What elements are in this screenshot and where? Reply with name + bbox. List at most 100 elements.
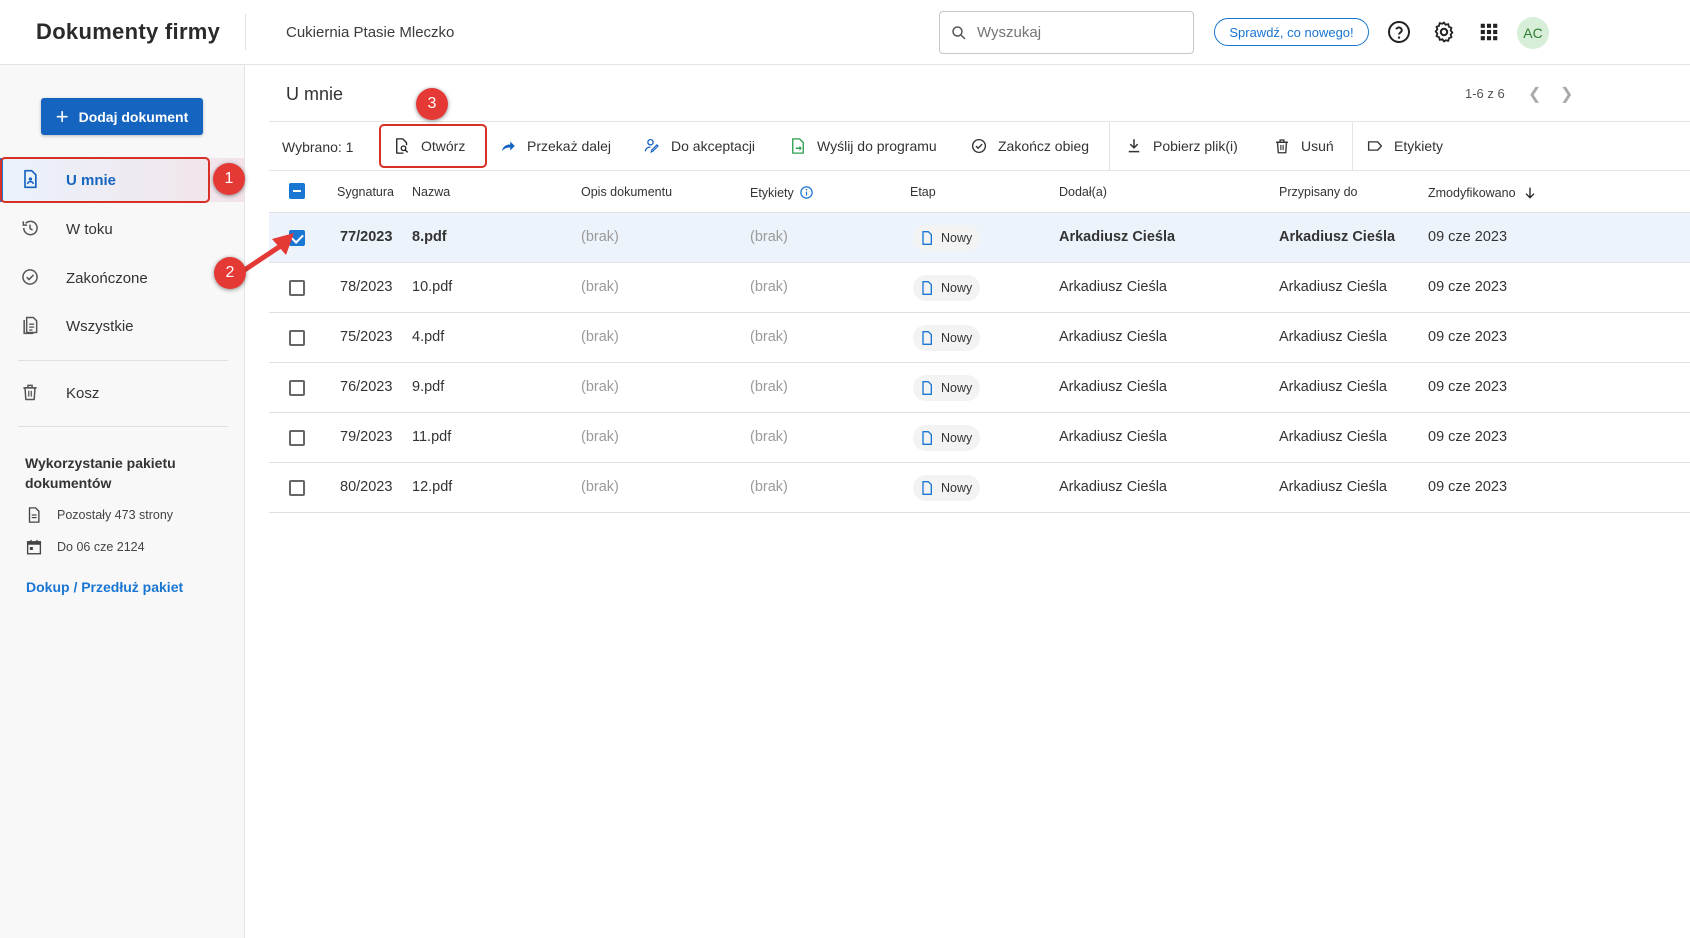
annotation-badge-3: 3 <box>416 88 448 120</box>
finish-workflow-button[interactable]: Zakończ obieg <box>970 122 1089 170</box>
sidebar-item-wszystkie[interactable]: Wszystkie <box>0 304 244 348</box>
trash-icon <box>1276 139 1288 154</box>
column-header-stage[interactable]: Etap <box>910 185 936 199</box>
calendar-icon <box>26 539 42 555</box>
cell-added-by: Arkadiusz Cieśla <box>1059 329 1167 345</box>
column-header-assigned-to[interactable]: Przypisany do <box>1279 185 1358 199</box>
app-title[interactable]: Dokumenty firmy <box>36 19 220 45</box>
send-to-program-button[interactable]: Wyślij do programu <box>789 122 937 170</box>
cell-signature: 80/2023 <box>340 479 393 495</box>
cell-name[interactable]: 10.pdf <box>412 279 452 295</box>
company-name[interactable]: Cukiernia Ptasie Mleczko <box>286 24 454 41</box>
cell-signature: 79/2023 <box>340 429 393 445</box>
stage-label: Nowy <box>941 331 973 345</box>
column-header-name[interactable]: Nazwa <box>412 185 450 199</box>
cell-added-by: Arkadiusz Cieśla <box>1059 229 1176 245</box>
table-row[interactable]: 77/2023 8.pdf (brak) (brak) Nowy Arkadiu… <box>269 213 1690 263</box>
sidebar-item-label: W toku <box>66 220 113 238</box>
stage-label: Nowy <box>941 381 973 395</box>
column-header-signature[interactable]: Sygnatura <box>337 185 394 199</box>
apps-grid-icon[interactable] <box>1477 20 1501 44</box>
row-checkbox[interactable] <box>289 430 305 446</box>
sidebar-item-w-toku[interactable]: W toku <box>0 207 244 251</box>
info-icon[interactable] <box>799 185 814 200</box>
delete-button[interactable]: Usuń <box>1273 122 1334 170</box>
cell-assigned-to: Arkadiusz Cieśla <box>1279 229 1396 245</box>
cell-name[interactable]: 11.pdf <box>412 429 451 445</box>
valid-until-row: Do 06 cze 2124 <box>25 538 145 556</box>
cell-labels: (brak) <box>750 279 788 295</box>
forward-arrow-icon <box>502 141 515 152</box>
cell-name[interactable]: 8.pdf <box>412 229 447 245</box>
sidebar-divider <box>18 426 228 427</box>
forward-label: Przekaż dalej <box>527 138 612 154</box>
gear-icon[interactable] <box>1432 20 1456 44</box>
column-header-added-by[interactable]: Dodał(a) <box>1059 185 1107 199</box>
user-sign-icon <box>644 138 659 154</box>
plus-icon: + <box>55 103 69 129</box>
approve-label: Do akceptacji <box>671 138 756 154</box>
sort-arrow-down-icon[interactable] <box>1522 185 1538 201</box>
annotation-badge-1: 1 <box>213 163 245 195</box>
whats-new-button[interactable]: Sprawdź, co nowego! <box>1214 18 1369 46</box>
cell-signature: 76/2023 <box>340 379 393 395</box>
row-checkbox[interactable] <box>289 380 305 396</box>
row-checkbox[interactable] <box>289 330 305 346</box>
labels-button[interactable]: Etykiety <box>1366 122 1443 170</box>
annotation-highlight-open <box>379 124 487 168</box>
toolbar-divider <box>1352 122 1353 170</box>
column-header-description[interactable]: Opis dokumentu <box>581 185 672 199</box>
stage-badge: Nowy <box>913 275 981 301</box>
stage-badge: Nowy <box>913 225 981 251</box>
cell-added-by: Arkadiusz Cieśla <box>1059 279 1167 295</box>
sidebar-item-kosz[interactable]: Kosz <box>0 371 244 415</box>
cell-assigned-to: Arkadiusz Cieśla <box>1279 279 1387 295</box>
cell-description: (brak) <box>581 429 619 445</box>
cell-assigned-to: Arkadiusz Cieśla <box>1279 379 1387 395</box>
select-all-checkbox[interactable] <box>289 183 305 199</box>
cell-modified: 09 cze 2023 <box>1428 379 1508 395</box>
add-document-button[interactable]: + Dodaj dokument <box>41 98 203 135</box>
approve-button[interactable]: Do akceptacji <box>643 122 755 170</box>
document-icon <box>922 381 932 395</box>
forward-button[interactable]: Przekaż dalej <box>499 122 611 170</box>
table-row[interactable]: 80/2023 12.pdf (brak) (brak) Nowy Arkadi… <box>269 463 1690 513</box>
stage-badge: Nowy <box>913 325 981 351</box>
document-icon <box>922 281 932 295</box>
annotation-badge-2: 2 <box>214 257 246 289</box>
pages-left-row: Pozostały 473 strony <box>25 506 173 524</box>
extend-package-link[interactable]: Dokup / Przedłuż pakiet <box>26 579 183 595</box>
stage-label: Nowy <box>941 481 973 495</box>
user-avatar[interactable]: AC <box>1517 17 1549 49</box>
table-row[interactable]: 75/2023 4.pdf (brak) (brak) Nowy Arkadiu… <box>269 313 1690 363</box>
sidebar-item-zakonczone[interactable]: Zakończone <box>0 256 244 300</box>
help-icon[interactable] <box>1387 20 1411 44</box>
table-row[interactable]: 79/2023 11.pdf (brak) (brak) Nowy Arkadi… <box>269 413 1690 463</box>
cell-name[interactable]: 9.pdf <box>412 379 444 395</box>
cell-labels: (brak) <box>750 379 788 395</box>
table-row[interactable]: 76/2023 9.pdf (brak) (brak) Nowy Arkadiu… <box>269 363 1690 413</box>
chevron-left-icon[interactable]: ❮ <box>1528 84 1541 104</box>
row-checkbox[interactable] <box>289 480 305 496</box>
cell-labels: (brak) <box>750 479 788 495</box>
chevron-right-icon[interactable]: ❯ <box>1560 84 1573 104</box>
column-header-labels[interactable]: Etykiety <box>750 185 814 200</box>
search-box[interactable] <box>939 11 1194 54</box>
history-icon <box>22 220 38 236</box>
cell-name[interactable]: 12.pdf <box>412 479 452 495</box>
cell-name[interactable]: 4.pdf <box>412 329 444 345</box>
trash-icon <box>23 384 37 401</box>
cell-description: (brak) <box>581 229 619 245</box>
cell-added-by: Arkadiusz Cieśla <box>1059 429 1167 445</box>
labels-label: Etykiety <box>1394 138 1444 154</box>
table-row[interactable]: 78/2023 10.pdf (brak) (brak) Nowy Arkadi… <box>269 263 1690 313</box>
delete-label: Usuń <box>1301 138 1334 154</box>
search-input[interactable] <box>977 24 1177 41</box>
download-icon <box>1128 139 1140 153</box>
stage-label: Nowy <box>941 231 973 245</box>
download-button[interactable]: Pobierz plik(i) <box>1125 122 1238 170</box>
column-header-modified[interactable]: Zmodyfikowano <box>1428 185 1538 201</box>
document-icon <box>922 331 932 345</box>
selected-count: Wybrano: 1 <box>282 139 354 155</box>
pages-left-text: Pozostały 473 strony <box>57 508 174 522</box>
